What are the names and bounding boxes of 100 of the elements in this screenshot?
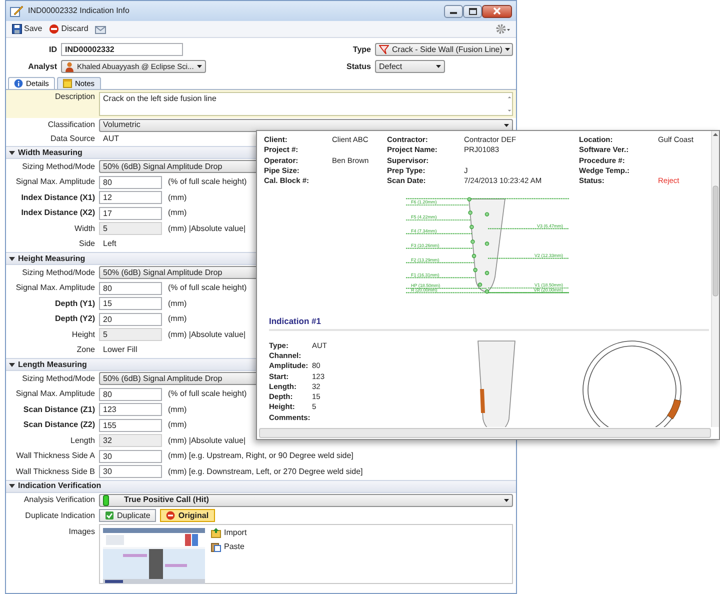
save-button[interactable]: Save xyxy=(10,24,44,34)
field-label: Analyst xyxy=(27,62,58,72)
import-icon[interactable] xyxy=(211,528,221,538)
discard-button[interactable]: Discard xyxy=(47,24,90,34)
edit-icon xyxy=(10,5,24,17)
field-label: Type xyxy=(352,44,372,54)
section-title: Width Measuring xyxy=(18,148,82,158)
readonly-field[interactable]: 5 xyxy=(99,328,162,342)
unit-text: (mm) xyxy=(168,420,187,430)
field-label: Width xyxy=(74,224,96,234)
check-icon xyxy=(105,511,114,520)
input-field[interactable]: 123 xyxy=(99,403,162,416)
field-label: Sizing Method/Mode xyxy=(21,268,96,278)
field-label: Side xyxy=(78,239,96,250)
input-field[interactable]: 15 xyxy=(99,297,162,310)
vertical-scrollbar[interactable] xyxy=(711,131,719,427)
field-label: Sizing Method/Mode xyxy=(21,374,96,384)
collapse-arrow-icon[interactable] xyxy=(9,483,15,489)
field-label: Zone xyxy=(76,345,96,356)
field-label: Depth (Y1) xyxy=(54,298,96,309)
field-label: Data Source xyxy=(50,134,96,144)
collapse-arrow-icon[interactable] xyxy=(9,362,15,368)
maximize-icon xyxy=(468,8,476,14)
caret-icon xyxy=(504,124,509,126)
close-button[interactable] xyxy=(482,4,512,18)
discard-icon xyxy=(49,24,60,34)
caret-icon xyxy=(504,498,509,502)
field-label: Length xyxy=(70,436,96,446)
field-label: Signal Max. Amplitude xyxy=(14,283,96,294)
import-link[interactable]: Import xyxy=(211,528,247,538)
email-button[interactable] xyxy=(93,24,108,34)
unit-text: (mm) [e.g. Upstream, Right, or 90 Degree weld side] xyxy=(168,451,354,462)
section-title: Indication Verification xyxy=(18,481,102,491)
unit-text: (mm) xyxy=(168,192,187,203)
type-dropdown[interactable]: Crack - Side Wall (Fusion Line) xyxy=(375,43,513,56)
readonly-field[interactable]: 5 xyxy=(99,222,162,236)
section-title: Length Measuring xyxy=(18,360,87,370)
field-label: Signal Max. Amplitude xyxy=(14,389,96,400)
field-label: Analysis Verification xyxy=(22,495,96,506)
input-field[interactable]: 80 xyxy=(99,388,162,401)
collapse-arrow-icon[interactable] xyxy=(9,150,15,156)
save-icon xyxy=(12,24,22,34)
field-label: Duplicate Indication xyxy=(24,510,96,521)
unit-text: (mm) xyxy=(168,314,187,324)
field-value: AUT xyxy=(102,134,119,144)
unit-text: (mm) xyxy=(168,298,187,309)
status-dropdown[interactable]: Defect xyxy=(375,60,445,73)
field-value: Lower Fill xyxy=(102,345,138,356)
field-label: Description xyxy=(54,92,96,102)
note-icon xyxy=(62,79,72,88)
caret-icon xyxy=(505,48,510,51)
toggle-button[interactable]: Duplicate xyxy=(99,509,156,522)
field-label: Index Distance (X2) xyxy=(20,208,96,218)
section-title: Indication #1 xyxy=(269,316,709,331)
classification-dropdown[interactable]: Volumetric xyxy=(99,118,513,132)
id-field[interactable]: IND00002332 xyxy=(61,43,183,56)
settings-icon xyxy=(496,24,510,34)
input-field[interactable]: 17 xyxy=(99,206,162,220)
person-icon xyxy=(65,62,74,72)
input-field[interactable]: 80 xyxy=(99,282,162,295)
status-indicator-icon xyxy=(103,494,109,506)
field-label: Scan Distance (Z1) xyxy=(22,404,96,415)
field-label: ID xyxy=(48,44,58,54)
crack-icon xyxy=(379,44,389,54)
input-field[interactable]: 12 xyxy=(99,191,162,204)
unit-text: (mm) |Absolute value| xyxy=(168,224,246,234)
input-field[interactable]: 80 xyxy=(99,176,162,189)
paste-icon[interactable] xyxy=(211,542,221,552)
caret-icon xyxy=(436,65,441,68)
field-label: Sizing Method/Mode xyxy=(21,162,96,172)
verification-dropdown[interactable]: True Positive Call (Hit) xyxy=(99,494,513,507)
settings-button[interactable] xyxy=(494,24,512,34)
input-field[interactable]: 155 xyxy=(99,418,162,432)
field-label: Scan Distance (Z2) xyxy=(22,420,96,430)
input-field[interactable]: 20 xyxy=(99,312,162,326)
toggle-button[interactable]: Original xyxy=(160,509,215,522)
unit-text: (mm) [e.g. Downstream, Left, or 270 Degree weld side] xyxy=(168,466,363,477)
info-icon xyxy=(14,79,23,88)
collapse-arrow-icon[interactable] xyxy=(9,256,15,262)
minimize-button[interactable] xyxy=(444,4,463,18)
input-field[interactable]: 30 xyxy=(99,450,162,463)
field-label: Status xyxy=(346,62,372,72)
unit-text: (mm) |Absolute value| xyxy=(168,330,246,340)
field-label: Wall Thickness Side A xyxy=(15,451,96,462)
field-label: Images xyxy=(68,526,96,536)
stop-icon xyxy=(166,511,176,520)
window-title: IND00002332 Indication Info xyxy=(28,6,130,16)
section-title: Height Measuring xyxy=(18,254,86,264)
email-icon xyxy=(95,24,106,34)
field-label: Signal Max. Amplitude xyxy=(14,177,96,188)
maximize-button[interactable] xyxy=(463,4,482,18)
field-label: Index Distance (X1) xyxy=(20,192,96,203)
field-label: Classification xyxy=(46,120,96,130)
unit-text: (mm) xyxy=(168,404,187,415)
field-value: Left xyxy=(102,239,116,250)
close-icon xyxy=(493,7,501,15)
paste-link[interactable]: Paste xyxy=(211,542,247,552)
input-field[interactable]: 30 xyxy=(99,465,162,478)
horizontal-scrollbar[interactable] xyxy=(259,428,711,438)
readonly-field[interactable]: 32 xyxy=(99,434,162,448)
